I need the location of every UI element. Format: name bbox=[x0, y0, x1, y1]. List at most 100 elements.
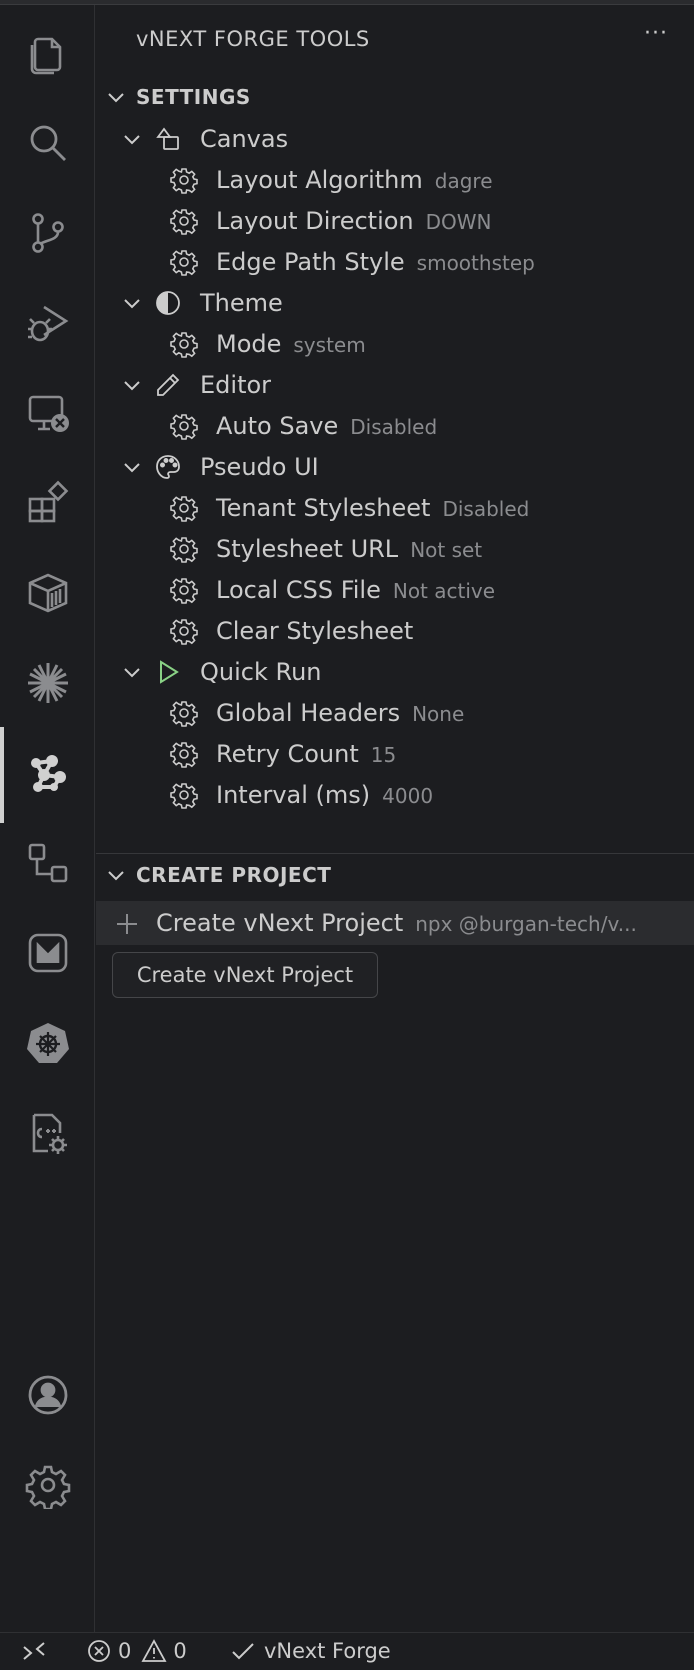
setting-value: system bbox=[293, 333, 366, 357]
vnext-forge-icon[interactable] bbox=[0, 733, 95, 813]
setting-edge-path-style[interactable]: Edge Path Style smoothstep bbox=[96, 240, 694, 284]
setting-interval-ms[interactable]: Interval (ms) 4000 bbox=[96, 773, 694, 817]
setting-label: Tenant Stylesheet bbox=[216, 494, 431, 522]
setting-value: None bbox=[412, 702, 465, 726]
pencil-icon bbox=[157, 373, 180, 396]
diagram-icon[interactable] bbox=[0, 823, 95, 903]
remote-explorer-icon[interactable] bbox=[0, 373, 95, 453]
create-project-section-header[interactable]: CREATE PROJECT bbox=[96, 855, 694, 895]
gear-icon bbox=[170, 209, 198, 235]
error-icon bbox=[88, 1640, 110, 1662]
setting-label: Retry Count bbox=[216, 740, 359, 768]
setting-label: Clear Stylesheet bbox=[216, 617, 414, 645]
gear-icon bbox=[170, 537, 198, 563]
source-control-icon[interactable] bbox=[0, 193, 95, 273]
setting-global-headers[interactable]: Global Headers None bbox=[96, 691, 694, 735]
gear-icon bbox=[170, 701, 198, 727]
m-logo-icon[interactable] bbox=[0, 913, 95, 993]
setting-label: Auto Save bbox=[216, 412, 339, 440]
category-canvas[interactable]: Canvas bbox=[96, 117, 694, 161]
setting-value: smoothstep bbox=[416, 251, 535, 275]
gear-icon bbox=[170, 619, 198, 645]
category-theme[interactable]: Theme bbox=[96, 281, 694, 325]
check-icon bbox=[232, 1643, 254, 1660]
setting-value: Disabled bbox=[350, 415, 438, 439]
setting-retry-count[interactable]: Retry Count 15 bbox=[96, 732, 694, 776]
create-vnext-project-item[interactable]: Create vNext Project npx @burgan-tech/v..… bbox=[96, 901, 694, 945]
gear-icon bbox=[170, 250, 198, 276]
vnext-forge-status[interactable]: vNext Forge bbox=[230, 1638, 391, 1664]
plus-icon bbox=[117, 914, 137, 934]
setting-layout-direction[interactable]: Layout Direction DOWN bbox=[96, 199, 694, 243]
setting-label: Local CSS File bbox=[216, 576, 381, 604]
setting-clear-stylesheet[interactable]: Clear Stylesheet bbox=[96, 609, 694, 653]
setting-value: 4000 bbox=[382, 784, 434, 808]
error-count: 0 bbox=[118, 1639, 132, 1663]
chevron-down-icon bbox=[124, 668, 140, 678]
gear-icon bbox=[170, 578, 198, 604]
category-label: Quick Run bbox=[200, 658, 322, 686]
gear-icon bbox=[170, 168, 198, 194]
category-quick-run[interactable]: Quick Run bbox=[96, 650, 694, 694]
setting-label: Mode bbox=[216, 330, 282, 358]
extensions-icon[interactable] bbox=[0, 463, 95, 543]
gear-icon bbox=[170, 414, 198, 440]
side-panel: vNEXT FORGE TOOLS ··· SETTINGS Canvas La… bbox=[96, 5, 694, 1632]
gear-icon bbox=[170, 332, 198, 358]
account-icon[interactable] bbox=[0, 1355, 95, 1435]
setting-label: Edge Path Style bbox=[216, 248, 405, 276]
create-project-command: npx @burgan-tech/v... bbox=[415, 912, 637, 936]
run-debug-icon[interactable] bbox=[0, 283, 95, 363]
warning-icon bbox=[141, 1639, 167, 1662]
setting-label: Layout Direction bbox=[216, 207, 414, 235]
setting-auto-save[interactable]: Auto Save Disabled bbox=[96, 404, 694, 448]
setting-local-css-file[interactable]: Local CSS File Not active bbox=[96, 568, 694, 612]
setting-mode[interactable]: Mode system bbox=[96, 322, 694, 366]
chevron-down-icon bbox=[108, 93, 124, 103]
setting-tenant-stylesheet[interactable]: Tenant Stylesheet Disabled bbox=[96, 486, 694, 530]
status-bar: 0 0 vNext Forge bbox=[0, 1632, 694, 1670]
category-label: Theme bbox=[200, 289, 283, 317]
section-divider bbox=[96, 853, 694, 854]
gear-icon bbox=[170, 742, 198, 768]
chevron-down-icon bbox=[124, 299, 140, 309]
setting-layout-algorithm[interactable]: Layout Algorithm dagre bbox=[96, 158, 694, 202]
chevron-down-icon bbox=[124, 381, 140, 391]
search-icon[interactable] bbox=[0, 103, 95, 183]
activity-bar bbox=[0, 5, 95, 1632]
chevron-down-icon bbox=[124, 135, 140, 145]
category-editor[interactable]: Editor bbox=[96, 363, 694, 407]
category-label: Pseudo UI bbox=[200, 453, 319, 481]
shapes-icon bbox=[156, 127, 179, 150]
remote-indicator-icon[interactable] bbox=[20, 1639, 48, 1665]
category-label: Editor bbox=[200, 371, 272, 399]
settings-tree: Canvas Layout Algorithm dagre Layout Dire… bbox=[96, 117, 694, 857]
category-pseudo-ui[interactable]: Pseudo UI bbox=[96, 445, 694, 489]
gear-icon bbox=[170, 496, 198, 522]
setting-stylesheet-url[interactable]: Stylesheet URL Not set bbox=[96, 527, 694, 571]
setting-value: DOWN bbox=[425, 210, 492, 234]
gear-icon bbox=[170, 783, 198, 809]
containers-icon[interactable] bbox=[0, 553, 95, 633]
setting-value: Not active bbox=[392, 579, 496, 603]
warning-count: 0 bbox=[173, 1639, 187, 1663]
sparkle-icon[interactable] bbox=[0, 643, 95, 723]
create-project-label: Create vNext Project bbox=[156, 909, 404, 937]
more-actions-button[interactable]: ··· bbox=[644, 21, 668, 46]
cpp-settings-icon[interactable] bbox=[0, 1093, 95, 1173]
half-circle-icon bbox=[156, 291, 180, 315]
kubernetes-icon[interactable] bbox=[0, 1003, 95, 1083]
setting-label: Stylesheet URL bbox=[216, 535, 399, 563]
setting-value: 15 bbox=[370, 743, 397, 767]
setting-value: Not set bbox=[410, 538, 483, 562]
panel-title: vNEXT FORGE TOOLS bbox=[136, 27, 370, 51]
setting-value: dagre bbox=[434, 169, 493, 193]
settings-section-header[interactable]: SETTINGS bbox=[96, 77, 694, 117]
tooltip: Create vNext Project bbox=[112, 952, 378, 998]
settings-gear-icon[interactable] bbox=[0, 1445, 95, 1525]
setting-label: Layout Algorithm bbox=[216, 166, 423, 194]
palette-icon bbox=[156, 455, 180, 479]
problems-indicator[interactable]: 0 0 bbox=[86, 1638, 197, 1664]
explorer-icon[interactable] bbox=[0, 13, 95, 93]
setting-value: Disabled bbox=[442, 497, 530, 521]
